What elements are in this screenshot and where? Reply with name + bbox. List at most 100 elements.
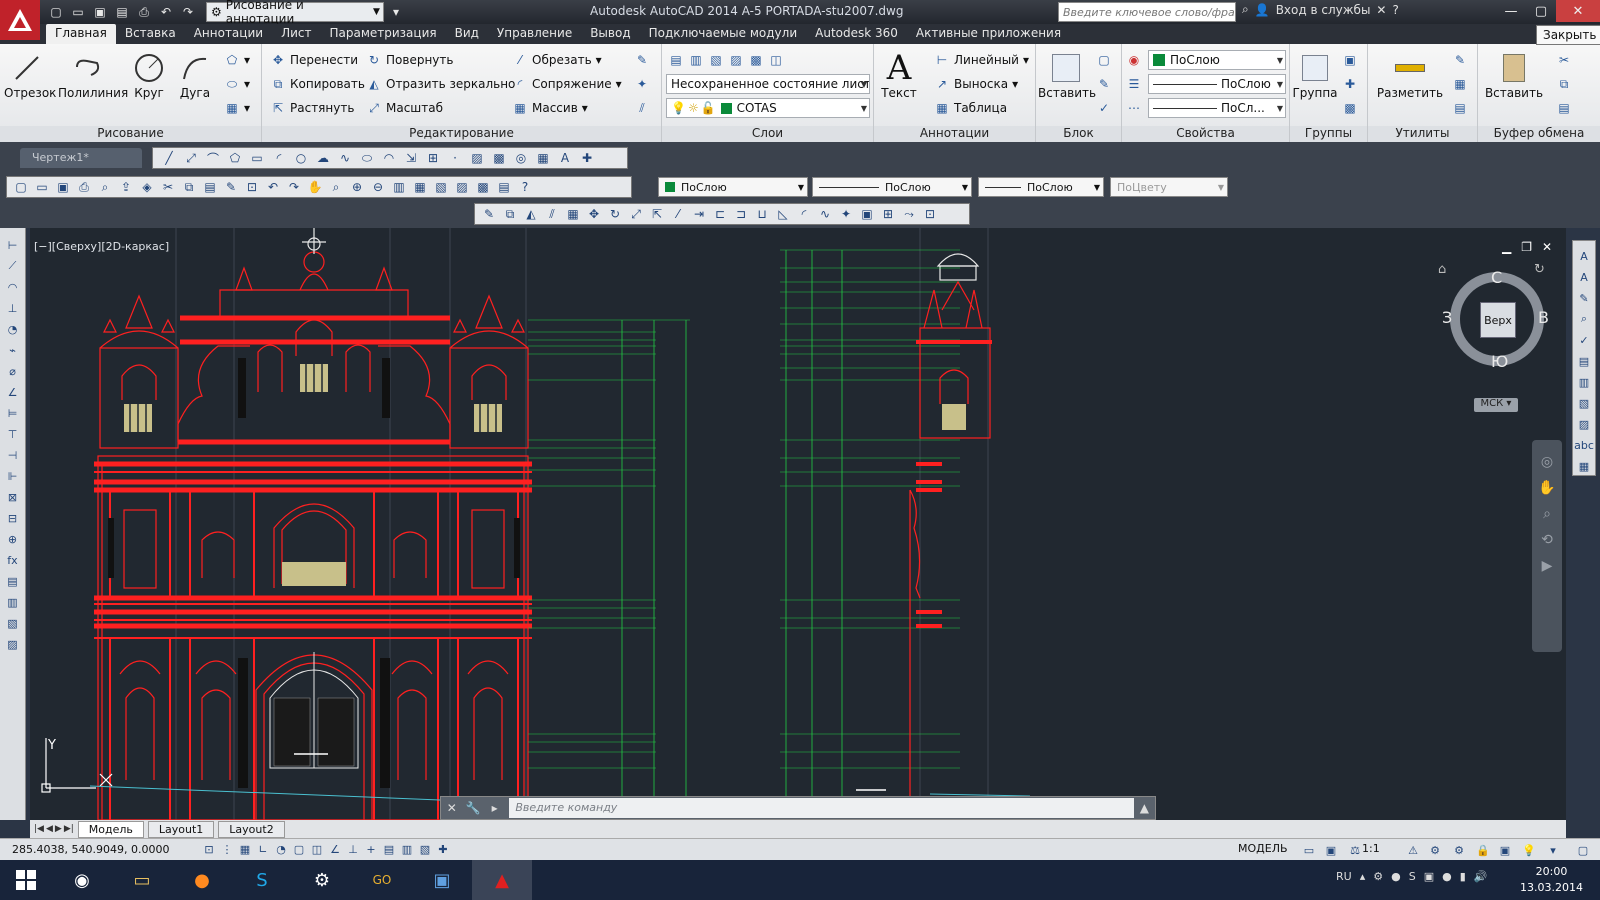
annotation-scale[interactable]: 1:1 (1362, 842, 1380, 855)
quickcalc-icon[interactable]: ▤ (494, 178, 514, 196)
extend-tb-icon[interactable]: ⇥ (689, 205, 709, 223)
gradient-tool-icon[interactable]: ▩ (489, 149, 509, 167)
signin-link[interactable]: Вход в службы (1276, 3, 1371, 17)
arc-length-icon[interactable]: ◠ (4, 278, 22, 296)
justify-text-icon[interactable]: ▧ (1575, 394, 1593, 412)
firefox-icon[interactable]: ● (172, 860, 232, 900)
tab-manage[interactable]: Управление (488, 24, 581, 44)
volume-icon[interactable]: 🔊 (1474, 870, 1488, 883)
dim-update-icon[interactable]: ▧ (4, 614, 22, 632)
model-space-label[interactable]: МОДЕЛЬ (1238, 842, 1288, 855)
panel-draw-title[interactable]: Рисование (0, 126, 261, 142)
compass-north[interactable]: С (1491, 268, 1502, 287)
compass-east[interactable]: В (1538, 308, 1549, 327)
function-icon[interactable]: fx (4, 551, 22, 569)
stretch-tb-icon[interactable]: ⇱ (647, 205, 667, 223)
copy-tb-icon[interactable]: ⧉ (179, 178, 199, 196)
chevron-up-icon[interactable]: ▲ (1134, 801, 1155, 815)
hatch-tool-icon[interactable]: ▨ (467, 149, 487, 167)
group-button[interactable]: Группа (1292, 50, 1338, 100)
hatch-icon[interactable]: ▦ ▾ (224, 100, 250, 116)
infer-constraints-icon[interactable]: ⊡ (200, 842, 218, 858)
layer-properties-icon[interactable]: ▤ ▥ ▧ ▨ ▩ ◫ (668, 52, 784, 68)
viewport-controls-label[interactable]: [−][Сверху][2D-каркас] (34, 240, 169, 253)
photos-icon[interactable]: ▣ (412, 860, 472, 900)
panel-clipboard-title[interactable]: Буфер обмена (1478, 126, 1600, 142)
jogged-icon[interactable]: ⌁ (4, 341, 22, 359)
leader-button[interactable]: ↗ Выноска ▾ (934, 76, 1018, 92)
line-tool-icon[interactable]: ╱ (159, 149, 179, 167)
command-input[interactable]: Введите команду (509, 798, 1134, 818)
3d-osnap-icon[interactable]: ◫ (308, 842, 326, 858)
ellipse-icon[interactable]: ⬭ ▾ (224, 76, 250, 92)
addselected-tool-icon[interactable]: ✚ (577, 149, 597, 167)
text-button[interactable]: A Текст (876, 48, 922, 100)
offset-tb-icon[interactable]: ⫽ (542, 205, 562, 223)
create-block-icon[interactable]: ▢ (1096, 52, 1112, 68)
group-sel-tb-icon[interactable]: ⊡ (920, 205, 940, 223)
hardware-accel-icon[interactable]: ▣ (1496, 842, 1514, 858)
rotate-button[interactable]: ↻ Повернуть (366, 52, 453, 68)
lock-ui-icon[interactable]: 🔒 (1474, 842, 1492, 858)
viewcube[interactable]: Верх С Ю З В (1442, 268, 1550, 372)
home-icon[interactable]: ⌂ (1438, 262, 1446, 277)
dim-text-edit-icon[interactable]: ▥ (4, 593, 22, 611)
undo-icon[interactable]: ↶ (156, 3, 176, 21)
revcloud-tool-icon[interactable]: ☁ (313, 149, 333, 167)
tolerance-icon[interactable]: ⊟ (4, 509, 22, 527)
space-icon[interactable]: ⊩ (4, 467, 22, 485)
exchange-icon[interactable]: ✕ (1376, 3, 1386, 17)
linear-dim-button[interactable]: ⊢ Линейный ▾ (934, 52, 1029, 68)
ungroup-icon[interactable]: ▣ (1342, 52, 1358, 68)
osnap-icon[interactable]: ▢ (290, 842, 308, 858)
sc-icon[interactable]: ✚ (434, 842, 452, 858)
compass-south[interactable]: Ю (1491, 352, 1508, 371)
edit-block-icon[interactable]: ✎ (1096, 76, 1112, 92)
erase-tb-icon[interactable]: ✎ (479, 205, 499, 223)
move-tb-icon[interactable]: ✥ (584, 205, 604, 223)
cut-tb-icon[interactable]: ✂ (158, 178, 178, 196)
move-button[interactable]: ✥ Перенести (270, 52, 358, 68)
workspace-switch-icon[interactable]: ⚙ (1450, 842, 1468, 858)
explode-tb-icon[interactable]: ✦ (836, 205, 856, 223)
prev-tab-icon[interactable]: ◀ (46, 824, 53, 834)
save-tb-icon[interactable]: ▣ (53, 178, 73, 196)
workspace-select[interactable]: ⚙ Рисование и аннотации ▼ (206, 0, 384, 26)
tab-layout2[interactable]: Layout2 (218, 820, 285, 838)
snap-icon[interactable]: ⋮ (218, 842, 236, 858)
network-icon[interactable]: ▮ (1460, 870, 1466, 883)
steam-icon[interactable]: ⚙ (292, 860, 352, 900)
close-command-icon[interactable]: ✕ (441, 801, 462, 815)
quick-view-drawings-icon[interactable]: ▣ (1322, 842, 1340, 858)
binoculars-icon[interactable]: ⌕ (1242, 2, 1249, 17)
viewport-close-icon[interactable]: ✕ (1542, 240, 1552, 254)
color-control[interactable]: ПоСлою ▼ (658, 177, 808, 197)
fillet-tb-icon[interactable]: ◜ (794, 205, 814, 223)
clock[interactable]: 20:00 13.03.2014 (1520, 864, 1583, 896)
document-tab[interactable]: Чертеж1* (20, 148, 142, 168)
viewport-minimize-icon[interactable]: ▁ (1502, 240, 1511, 254)
zoom-window-icon[interactable]: ⊕ (347, 178, 367, 196)
blend-icon[interactable]: ∿ (815, 205, 835, 223)
paste-tb-icon[interactable]: ▤ (200, 178, 220, 196)
undo-tb-icon[interactable]: ↶ (263, 178, 283, 196)
aligned-dim-icon[interactable]: ⟋ (4, 257, 22, 275)
design-center-icon[interactable]: ▦ (410, 178, 430, 196)
attribute-icon[interactable]: ✓ (1096, 100, 1112, 116)
autocad-taskbar-icon[interactable]: ▲ (472, 860, 532, 900)
tray-red-icon[interactable]: ● (1442, 870, 1452, 883)
diameter-icon[interactable]: ⌀ (4, 362, 22, 380)
lwt-icon[interactable]: ▤ (380, 842, 398, 858)
ucs-menu-button[interactable]: МСК ▾ (1474, 398, 1518, 412)
baseline-icon[interactable]: ⊤ (4, 425, 22, 443)
scale-button[interactable]: ⤢ Масштаб (366, 100, 443, 116)
linear-dim-tool-icon[interactable]: ⊢ (4, 236, 22, 254)
quick-dim-icon[interactable]: ⊨ (4, 404, 22, 422)
tray-skype-icon[interactable]: S (1409, 870, 1416, 883)
spline-tool-icon[interactable]: ∿ (335, 149, 355, 167)
region-tool-icon[interactable]: ◎ (511, 149, 531, 167)
ellipse-tool-icon[interactable]: ⬭ (357, 149, 377, 167)
pan-nav-icon[interactable]: ✋ (1538, 480, 1555, 496)
mirror-button[interactable]: ◭ Отразить зеркально (366, 76, 515, 92)
find-text-icon[interactable]: ⌕ (1575, 310, 1593, 328)
